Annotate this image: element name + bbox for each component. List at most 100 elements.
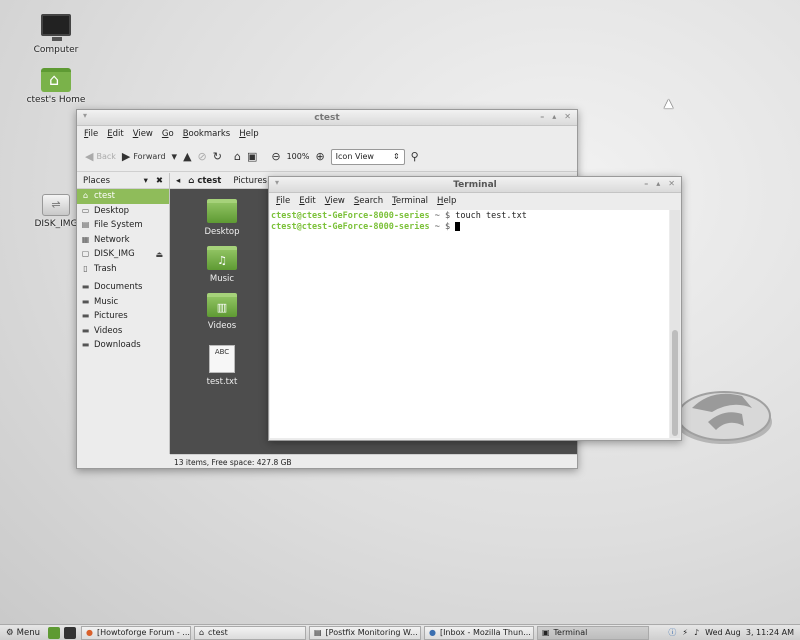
sidebar-item-videos[interactable]: ▬ Videos (77, 324, 169, 339)
sidebar-item-trash[interactable]: ▯ Trash (77, 262, 169, 277)
sidebar-item-desktop[interactable]: ▭ Desktop (77, 204, 169, 219)
sidebar-item-documents[interactable]: ▬ Documents (77, 280, 169, 295)
menu-file[interactable]: File (84, 129, 98, 139)
terminal-output[interactable]: ctest@ctest-GeForce-8000-series ~ $ touc… (270, 210, 669, 438)
breadcrumb-item-current[interactable]: ⌂ ctest (184, 175, 225, 187)
close-icon[interactable]: ✕ (668, 179, 675, 188)
terminal-launcher-icon[interactable] (63, 626, 76, 639)
task-label: [Howtoforge Forum - ... (96, 628, 190, 637)
sidebar-item-label: DISK_IMG (94, 249, 135, 260)
task-label: [Inbox - Mozilla Thun... (439, 628, 531, 637)
sidebar-item-music[interactable]: ▬ Music (77, 295, 169, 310)
music-folder-icon: ♫ (207, 246, 237, 270)
breadcrumb-back-icon[interactable]: ◂ (176, 176, 180, 186)
sidebar-dropdown-icon[interactable]: ▾ (144, 176, 148, 186)
maximize-icon[interactable]: ▴ (552, 112, 556, 121)
terminal-menubar: File Edit View Search Terminal Help (269, 193, 681, 209)
desktop-icon: ▭ (81, 205, 90, 215)
task-postfix[interactable]: ▤ [Postfix Monitoring W... (308, 625, 421, 640)
zoom-out-button[interactable]: ⊖ (271, 150, 280, 163)
back-button[interactable]: ◀ Back (85, 150, 116, 163)
menu-button[interactable]: ⚙ Menu (0, 628, 46, 638)
reload-button[interactable]: ↻ (213, 150, 222, 163)
task-ctest[interactable]: ⌂ ctest (193, 625, 306, 640)
sidebar-item-disk-img[interactable]: ▢ DISK_IMG ⏏ (77, 247, 169, 262)
menu-view[interactable]: View (325, 196, 345, 206)
file-item-videos[interactable]: ▥ Videos (192, 293, 252, 331)
scrollbar-thumb[interactable] (672, 330, 678, 436)
forward-button[interactable]: ▶ Forward (122, 150, 166, 163)
sidebar-item-label: Downloads (94, 340, 141, 351)
task-inbox[interactable]: ● [Inbox - Mozilla Thun... (423, 625, 534, 640)
computer-button[interactable]: ▣ (247, 150, 257, 163)
back-label: Back (96, 152, 116, 161)
terminal-scrollbar[interactable] (670, 210, 680, 438)
info-icon[interactable]: ⓘ (668, 627, 676, 638)
stop-button[interactable]: ⊘ (198, 150, 207, 163)
maximize-icon[interactable]: ▴ (656, 179, 660, 188)
sidebar-item-file-system[interactable]: ▤ File System (77, 218, 169, 233)
terminal-prompt: ctest@ctest-GeForce-8000-series (271, 222, 430, 232)
zoom-out-icon: ⊖ (271, 150, 281, 163)
window-menu-icon[interactable]: ▾ (83, 111, 87, 120)
history-dropdown-button[interactable]: ▾ (172, 150, 178, 163)
prompt-symbol: ~ $ (434, 211, 451, 221)
menu-view[interactable]: View (133, 129, 153, 139)
sidebar-item-label: Trash (94, 263, 117, 274)
home-folder-icon (41, 68, 71, 92)
menu-search[interactable]: Search (354, 196, 383, 206)
zoom-in-button[interactable]: ⊕ (315, 150, 324, 163)
menu-help[interactable]: Help (437, 196, 456, 206)
sidebar-item-label: Network (94, 234, 130, 245)
file-item-test-txt[interactable]: ABC test.txt (192, 345, 252, 387)
menu-edit[interactable]: Edit (299, 196, 315, 206)
minimize-icon[interactable]: – (540, 112, 544, 121)
clock[interactable]: Wed Aug 3, 11:24 AM (705, 628, 794, 637)
eject-icon[interactable]: ⏏ (155, 250, 163, 259)
view-mode-select[interactable]: Icon View ⇕ (330, 148, 405, 165)
sidebar-item-label: Music (94, 296, 119, 307)
home-icon: ⌂ (82, 191, 89, 201)
video-folder-icon: ▥ (207, 293, 237, 317)
home-button[interactable]: ⌂ (234, 150, 241, 163)
home-icon: ⌂ (233, 150, 241, 163)
desktop-icon-home[interactable]: ctest's Home (16, 68, 96, 105)
task-terminal[interactable]: ▣ Terminal (536, 625, 649, 640)
sidebar-close-icon[interactable]: ✖ (156, 176, 163, 186)
mint-logo-icon (676, 391, 772, 444)
window-menu-icon[interactable]: ▾ (275, 178, 279, 187)
menu-help[interactable]: Help (239, 129, 258, 139)
menu-terminal[interactable]: Terminal (392, 196, 428, 206)
sidebar-item-pictures[interactable]: ▬ Pictures (77, 309, 169, 324)
sidebar-item-ctest[interactable]: ⌂ ctest (77, 189, 169, 204)
spin-icon: ⇕ (392, 152, 400, 161)
desktop-icon-computer[interactable]: Computer (16, 14, 96, 55)
minimize-icon[interactable]: – (644, 179, 648, 188)
file-manager-titlebar[interactable]: ▾ ctest – ▴ ✕ (77, 110, 577, 126)
search-button[interactable]: ⚲ (411, 150, 419, 163)
folder-icon (207, 199, 237, 223)
thunderbird-icon: ● (428, 628, 436, 637)
network-icon[interactable]: ⚡ (682, 628, 688, 637)
folder-icon: ▬ (81, 311, 90, 321)
sidebar-item-label: Videos (94, 325, 123, 336)
menu-edit[interactable]: Edit (107, 129, 123, 139)
volume-icon[interactable]: ♪ (694, 628, 699, 637)
zoom-in-icon: ⊕ (315, 150, 325, 163)
show-desktop-icon[interactable] (47, 626, 60, 639)
menu-file[interactable]: File (276, 196, 290, 206)
close-icon[interactable]: ✕ (564, 112, 571, 121)
menu-bookmarks[interactable]: Bookmarks (183, 129, 231, 139)
breadcrumb-item-pictures[interactable]: Pictures (229, 175, 271, 187)
file-item-music[interactable]: ♫ Music (192, 246, 252, 284)
up-button[interactable]: ▲ (183, 150, 191, 163)
forward-label: Forward (133, 152, 166, 161)
sidebar-item-downloads[interactable]: ▬ Downloads (77, 338, 169, 353)
sidebar-item-network[interactable]: ▦ Network (77, 233, 169, 248)
task-howtoforge[interactable]: ● [Howtoforge Forum - ... (80, 625, 191, 640)
file-item-desktop[interactable]: Desktop (192, 199, 252, 237)
menu-go[interactable]: Go (162, 129, 174, 139)
terminal-titlebar[interactable]: ▾ Terminal – ▴ ✕ (269, 177, 681, 193)
desktop-icon-label: Computer (33, 45, 79, 55)
computer-icon (41, 14, 71, 41)
